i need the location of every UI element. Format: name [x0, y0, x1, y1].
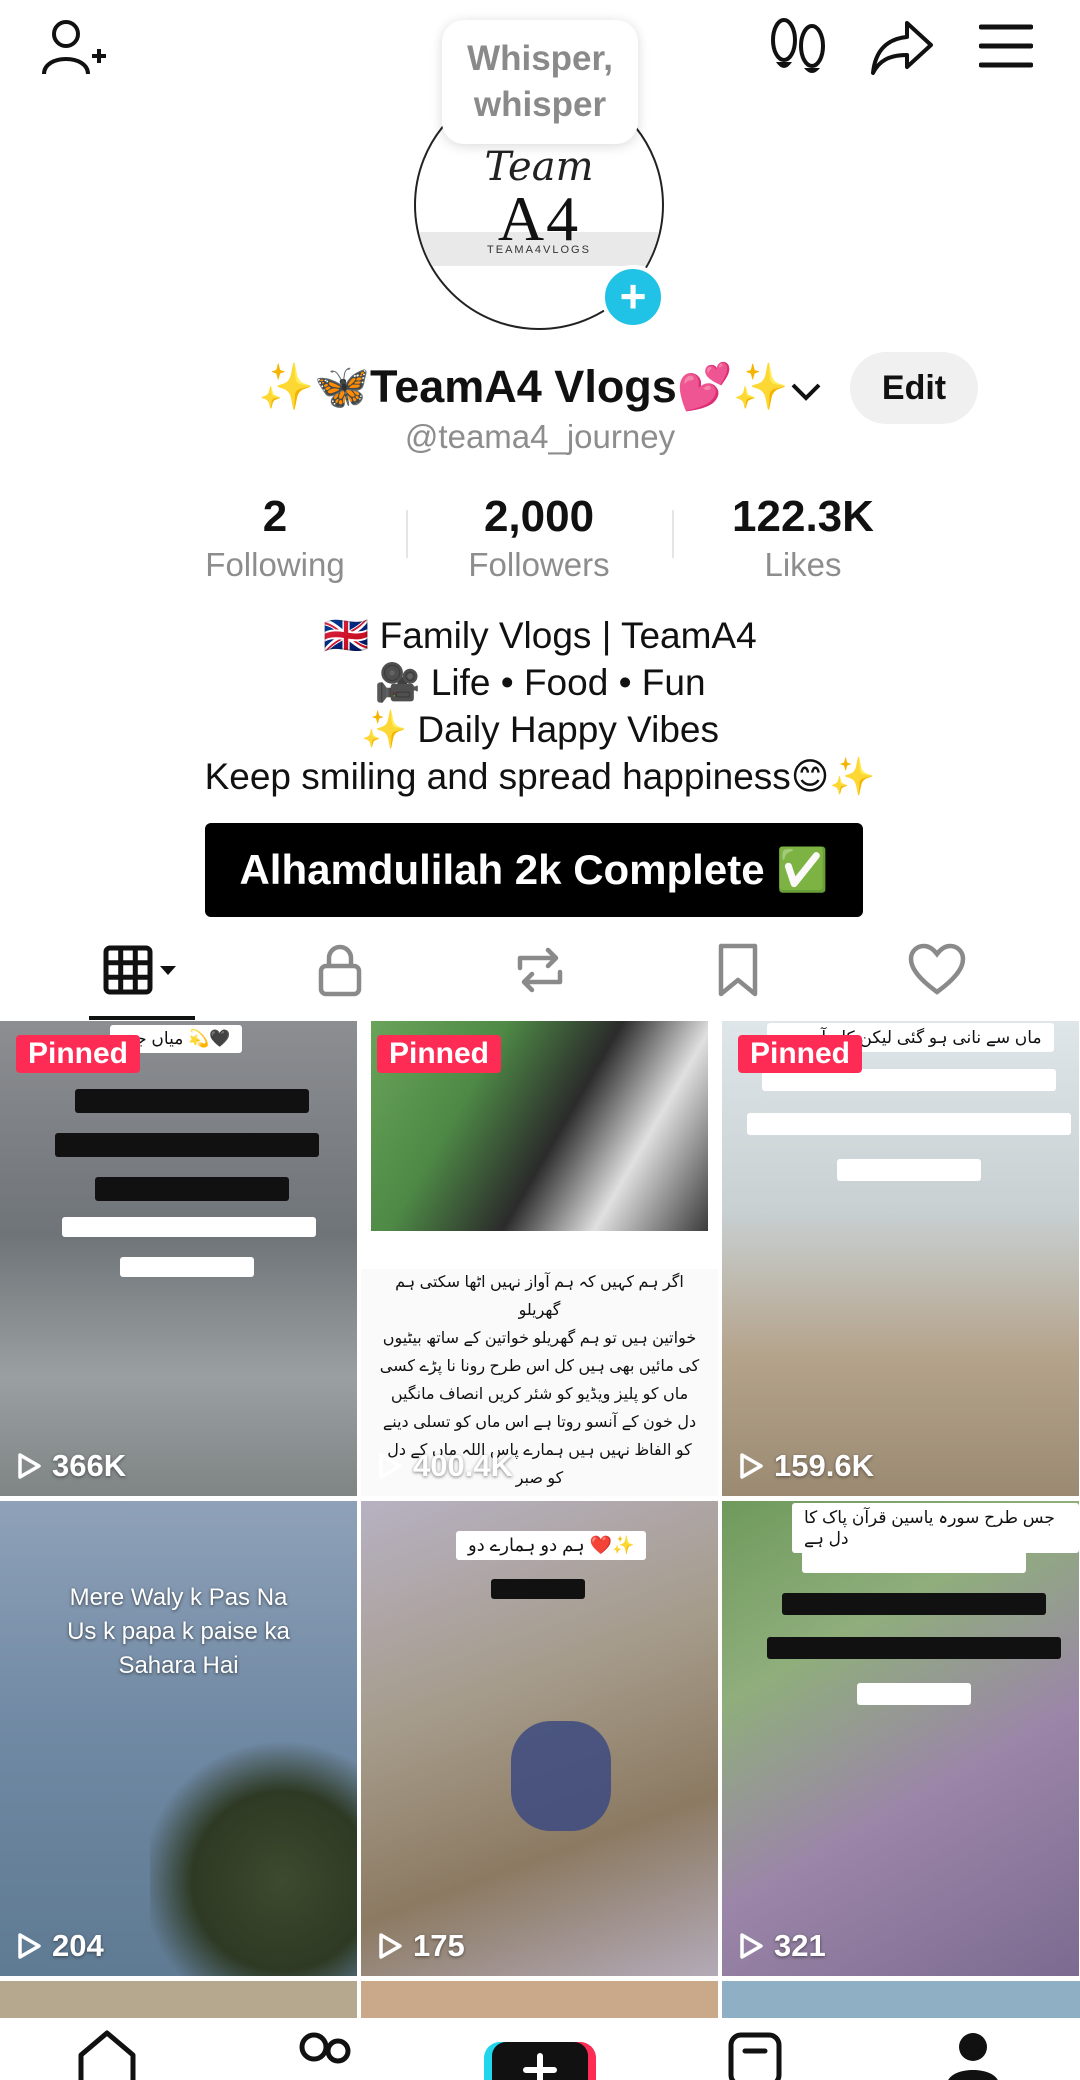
- share-icon[interactable]: [866, 16, 938, 78]
- friends-icon[interactable]: [288, 2030, 358, 2080]
- view-count: 366K: [16, 1448, 126, 1484]
- profile-icon[interactable]: [938, 2030, 1008, 2080]
- thumbnail-text-block: [837, 1159, 981, 1181]
- tree-silhouette: [150, 1731, 357, 1976]
- thumbnail-object: [511, 1721, 611, 1831]
- repost-icon: [517, 947, 563, 993]
- stat-label: Likes: [764, 546, 842, 583]
- view-count: 204: [16, 1928, 104, 1964]
- thumbnail-caption: جس طرح سورہ یاسین قرآن پاک کا دل ہے: [792, 1503, 1079, 1553]
- bookmark-icon: [718, 943, 758, 997]
- stat-likes[interactable]: 122.3K Likes: [673, 492, 933, 584]
- add-friend-icon[interactable]: [38, 14, 110, 80]
- video-thumbnail[interactable]: Mere Waly k Pas Na Us k papa k paise ka …: [0, 1501, 357, 1976]
- video-thumbnail[interactable]: اگر ہم کہیں کہ ہم آواز نہیں اٹھا سکتی ہم…: [361, 1021, 718, 1496]
- video-thumbnail[interactable]: جس طرح سورہ یاسین قرآن پاک کا دل ہے 321: [722, 1501, 1079, 1976]
- thumbnail-text-block: [55, 1133, 319, 1157]
- thumbnail-text-block: [120, 1257, 254, 1277]
- grid-icon: [103, 945, 176, 995]
- tab-reposts[interactable]: [480, 935, 600, 1005]
- stat-value: 2,000: [483, 492, 595, 541]
- thumbnail-text-block: [782, 1593, 1046, 1615]
- view-count-value: 400.4K: [413, 1448, 513, 1483]
- view-count-value: 321: [774, 1928, 826, 1963]
- thumbnail-text-block: [857, 1683, 971, 1705]
- bio-line: 🎥 Life • Food • Fun: [374, 662, 706, 703]
- bio-line: 🇬🇧 Family Vlogs | TeamA4: [323, 615, 757, 656]
- inbox-icon[interactable]: [720, 2030, 790, 2080]
- tab-liked[interactable]: [877, 935, 997, 1005]
- stat-divider: [406, 510, 408, 558]
- heart-icon: [908, 943, 966, 995]
- stat-value: 2: [262, 492, 288, 541]
- thumbnail-text-block: [802, 1551, 1026, 1573]
- add-avatar-button[interactable]: +: [601, 265, 665, 329]
- chevron-down-icon[interactable]: [786, 372, 826, 412]
- thumbnail-text-block: [75, 1089, 309, 1113]
- play-icon: [18, 1453, 41, 1479]
- thumbnail-caption: ہم دو ہمارے دو ❤️✨: [456, 1531, 647, 1560]
- video-thumbnail-partial[interactable]: [0, 1981, 357, 2021]
- stat-label: Followers: [468, 546, 610, 583]
- thumbnail-text-block: [747, 1113, 1071, 1135]
- view-count-value: 204: [52, 1928, 104, 1963]
- thumbnail-text-block: [491, 1579, 585, 1599]
- tab-favorites[interactable]: [678, 935, 798, 1005]
- view-count-value: 159.6K: [774, 1448, 874, 1483]
- view-count: 175: [377, 1928, 465, 1964]
- bio-line: Keep smiling and spread happiness😊✨: [204, 756, 876, 797]
- create-icon: [523, 2053, 557, 2080]
- thumbnail-text-block: [62, 1217, 316, 1237]
- bio-line: ✨ Daily Happy Vibes: [361, 709, 719, 750]
- play-icon: [379, 1933, 402, 1959]
- home-icon[interactable]: [72, 2030, 142, 2080]
- edit-profile-button[interactable]: Edit: [850, 352, 978, 424]
- view-count: 321: [738, 1928, 826, 1964]
- lock-icon: [318, 944, 362, 997]
- tab-private[interactable]: [280, 935, 400, 1005]
- video-thumbnail-partial[interactable]: [361, 1981, 718, 2021]
- view-count-value: 366K: [52, 1448, 127, 1483]
- pinned-badge: Pinned: [738, 1035, 863, 1073]
- stat-label: Following: [205, 546, 345, 583]
- menu-icon[interactable]: [978, 18, 1034, 74]
- video-thumbnail[interactable]: ماں سے نانی ہو گئی لیکن کام آج بھی Pinne…: [722, 1021, 1079, 1496]
- video-thumbnail-partial[interactable]: [722, 1981, 1080, 2021]
- milestone-banner[interactable]: Alhamdulilah 2k Complete ✅: [205, 823, 863, 917]
- username-handle: @teama4_journey: [404, 418, 676, 455]
- play-icon: [18, 1933, 41, 1959]
- video-thumbnail[interactable]: ہم دو ہمارے دو ❤️✨ 175: [361, 1501, 718, 1976]
- view-count: 400.4K: [377, 1448, 513, 1484]
- tab-videos[interactable]: [80, 935, 200, 1005]
- stat-following[interactable]: 2 Following: [145, 492, 405, 584]
- footprints-icon[interactable]: [764, 14, 832, 80]
- view-count: 159.6K: [738, 1448, 874, 1484]
- pinned-badge: Pinned: [16, 1035, 141, 1073]
- create-button[interactable]: [484, 2030, 596, 2080]
- display-name: ✨🦋TeamA4 Vlogs💕✨: [258, 361, 789, 412]
- play-icon: [740, 1933, 763, 1959]
- stat-value: 122.3K: [732, 492, 874, 541]
- thumbnail-caption: Mere Waly k Pas Na Us k papa k paise ka …: [67, 1584, 290, 1679]
- view-count-value: 175: [413, 1928, 465, 1963]
- thumbnail-text-block: [767, 1637, 1061, 1659]
- whisper-tooltip: Whisper, whisper: [442, 20, 638, 144]
- pinned-badge: Pinned: [377, 1035, 502, 1073]
- bio: 🇬🇧 Family Vlogs | TeamA4 🎥 Life • Food •…: [0, 612, 1080, 800]
- avatar-logo-sub: TEAMA4VLOGS: [487, 244, 591, 256]
- video-thumbnail[interactable]: میاں جی 💫🖤 Pinned 366K: [0, 1021, 357, 1496]
- thumbnail-text-block: [95, 1177, 289, 1201]
- play-icon: [379, 1453, 402, 1479]
- stat-followers[interactable]: 2,000 Followers: [409, 492, 669, 584]
- active-tab-indicator: [89, 1016, 195, 1020]
- play-icon: [740, 1453, 763, 1479]
